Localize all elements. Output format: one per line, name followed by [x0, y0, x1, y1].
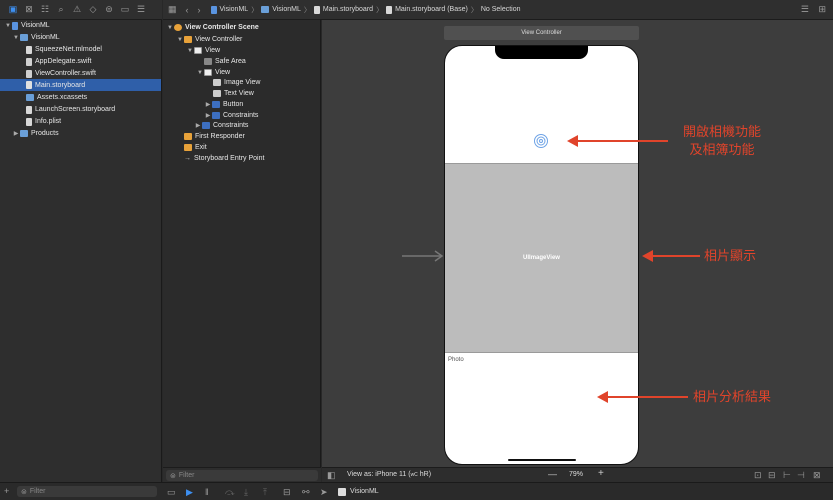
- list-item[interactable]: LaunchScreen.storyboard: [26, 104, 115, 115]
- document-outline: ▼ View Controller Scene ▼ View Controller …: [163, 20, 321, 467]
- pause-icon[interactable]: ‖: [205, 487, 209, 497]
- folder-icon: [261, 6, 270, 13]
- notch: [495, 46, 588, 59]
- annotation-arrow-icon: [597, 391, 688, 403]
- filter-icon: ⊜: [21, 488, 27, 496]
- list-item[interactable]: SqueezeNet.mlmodel: [26, 44, 102, 55]
- back-icon[interactable]: ‹: [186, 5, 189, 15]
- list-item[interactable]: Exit: [184, 142, 207, 153]
- report-icon[interactable]: ☰: [133, 3, 149, 17]
- list-item[interactable]: Safe Area: [204, 56, 246, 67]
- list-item[interactable]: ▶ Button: [204, 99, 243, 110]
- list-item[interactable]: ▼ VisionML: [4, 20, 50, 31]
- add-icon[interactable]: +: [4, 486, 9, 496]
- list-item[interactable]: AppDelegate.swift: [26, 56, 91, 67]
- location-icon[interactable]: ➤: [320, 487, 328, 498]
- align-icon[interactable]: ⊢: [783, 470, 791, 481]
- storyboard-icon: [386, 5, 393, 14]
- list-item[interactable]: Assets.xcassets: [26, 92, 87, 103]
- list-item[interactable]: ▶ Constraints: [194, 120, 248, 131]
- annotation-camera: 開啟相機功能 及相簿功能: [682, 124, 761, 157]
- navigator-toolbar: ▣ ⊠ ☷ ⌕ ⚠ ◇ ⊜ ▭ ☰: [0, 0, 162, 20]
- outline-filter-bar: ⊜ Filter: [163, 467, 321, 482]
- home-indicator: [508, 459, 576, 461]
- project-navigator: ▼ VisionML ▼ VisionML SqueezeNet.mlmodel A…: [0, 20, 162, 482]
- list-item[interactable]: First Responder: [184, 131, 245, 142]
- list-item[interactable]: ▼ VisionML: [12, 32, 60, 43]
- storyboard-icon: [313, 5, 320, 14]
- annotation-arrow-icon: [642, 250, 700, 262]
- zoom-out-button[interactable]: —: [548, 469, 557, 479]
- zoom-in-button[interactable]: +: [598, 468, 604, 479]
- list-item[interactable]: ▼ View: [186, 45, 220, 56]
- annotation-photo: 相片顯示: [704, 248, 757, 263]
- entry-point-arrow-icon[interactable]: [400, 250, 446, 262]
- update-frames-icon[interactable]: ⊡: [754, 470, 762, 481]
- list-item[interactable]: ViewController.swift: [26, 68, 96, 79]
- view-as-button[interactable]: View as: iPhone 11 (wC hR): [347, 471, 431, 478]
- text-view[interactable]: Photo: [448, 357, 464, 363]
- view-debugger-icon[interactable]: ⊟: [283, 487, 291, 498]
- grid-icon[interactable]: ▦: [168, 4, 177, 15]
- pin-icon[interactable]: ⊣: [797, 470, 805, 481]
- annotation-arrow-icon: [567, 135, 668, 147]
- project-icon: [210, 5, 217, 14]
- list-item[interactable]: Main.storyboard: [0, 79, 161, 91]
- console-icon[interactable]: ▭: [167, 487, 176, 498]
- filter-icon: ⊜: [170, 472, 176, 480]
- editor-jump-bar: ▦ ‹ › VisionML 〉 VisionML 〉 Main.storyboar…: [163, 0, 833, 20]
- app-icon: [338, 488, 346, 496]
- canvas-status-bar: ◧ View as: iPhone 11 (wC hR) — 79% + ⊡ ⊟…: [322, 467, 833, 482]
- list-item[interactable]: ▼ View Controller Scene: [166, 22, 259, 33]
- resolve-icon[interactable]: ⊠: [813, 470, 821, 481]
- breakpoints-icon[interactable]: ▶: [186, 487, 193, 498]
- breadcrumb: VisionML 〉 VisionML 〉 Main.storyboard 〉 Mai…: [210, 5, 521, 15]
- navigator-filter-input[interactable]: ⊜ Filter: [17, 486, 157, 497]
- camera-button-icon[interactable]: [533, 133, 549, 149]
- issue-icon[interactable]: ⚠: [69, 3, 85, 17]
- zoom-level: 79%: [569, 471, 584, 478]
- list-item[interactable]: ▼ View Controller: [176, 34, 242, 45]
- folder-icon[interactable]: ▣: [5, 3, 21, 17]
- breakpoint-icon[interactable]: ▭: [117, 3, 133, 17]
- sidebar-toggle-icon[interactable]: ◧: [327, 470, 336, 481]
- list-item[interactable]: Info.plist: [26, 116, 61, 127]
- add-editor-icon[interactable]: ⊞: [818, 4, 826, 15]
- embed-icon[interactable]: ⊟: [768, 470, 776, 481]
- test-icon[interactable]: ◇: [85, 3, 101, 17]
- step-over-icon[interactable]: ⤼: [225, 487, 235, 498]
- search-icon[interactable]: ⌕: [53, 3, 69, 17]
- arrow-icon: →: [184, 155, 191, 162]
- debug-icon[interactable]: ⊜: [101, 3, 117, 17]
- scene-title-bar[interactable]: View Controller: [444, 26, 639, 40]
- editor-options-icon[interactable]: ☰: [801, 4, 809, 15]
- step-out-icon[interactable]: ⤒: [263, 487, 267, 498]
- list-item[interactable]: Text View: [213, 88, 254, 99]
- memory-graph-icon[interactable]: ⚯: [302, 487, 310, 498]
- scheme-label: VisionML: [350, 488, 379, 495]
- list-item[interactable]: → Storyboard Entry Point: [184, 153, 264, 164]
- step-in-icon[interactable]: ⤓: [244, 487, 248, 498]
- list-item[interactable]: ▶ Products: [12, 128, 59, 139]
- list-item[interactable]: Image View: [213, 77, 260, 88]
- hierarchy-icon[interactable]: ☷: [37, 3, 53, 17]
- debug-bar: + ⊜ Filter ▭ ▶ ‖ ⤼ ⤓ ⤒ ⊟ ⚯ ➤ VisionML: [0, 482, 833, 500]
- forward-icon[interactable]: ›: [198, 5, 201, 15]
- source-control-icon[interactable]: ⊠: [21, 3, 37, 17]
- annotation-result: 相片分析結果: [693, 389, 772, 404]
- image-view[interactable]: UIImageView: [445, 163, 638, 353]
- outline-filter-input[interactable]: ⊜ Filter: [166, 470, 318, 481]
